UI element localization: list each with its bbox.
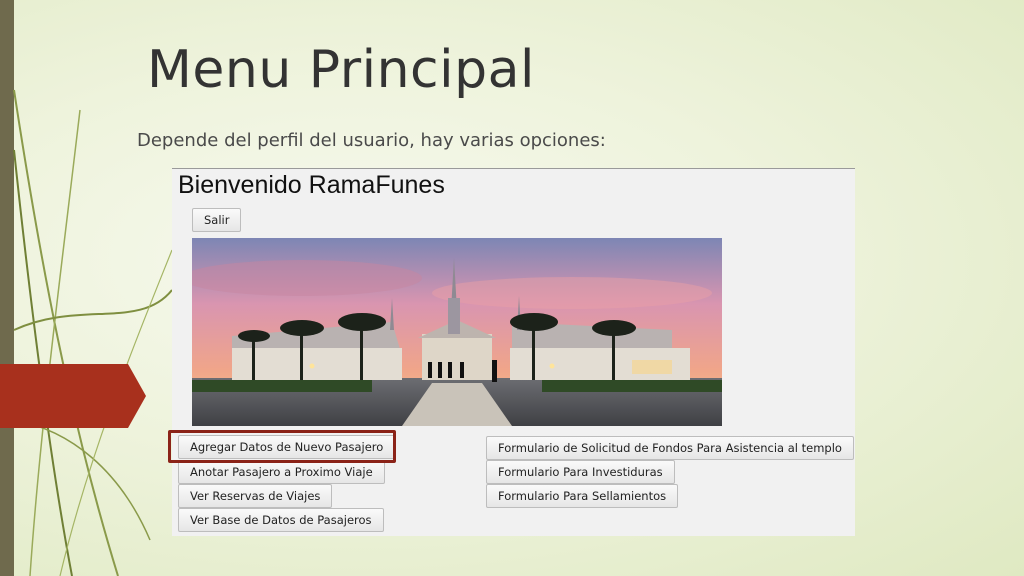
slide-title: Menu Principal [147, 40, 535, 100]
view-passenger-database-button[interactable]: Ver Base de Datos de Pasajeros [178, 508, 384, 532]
view-reservations-button[interactable]: Ver Reservas de Viajes [178, 484, 333, 508]
temple-funds-form-button[interactable]: Formulario de Solicitud de Fondos Para A… [486, 436, 854, 460]
slide-subtitle: Depende del perfil del usuario, hay vari… [137, 130, 606, 151]
app-screenshot: Bienvenido RamaFunes Salir Agregar Datos… [172, 168, 855, 536]
logout-button[interactable]: Salir [192, 208, 242, 232]
temple-photo [192, 238, 722, 426]
sealings-form-button[interactable]: Formulario Para Sellamientos [486, 484, 679, 508]
slide-arrow-tab [0, 364, 146, 428]
assign-passenger-trip-button[interactable]: Anotar Pasajero a Proximo Viaje [178, 460, 385, 484]
endowments-form-button[interactable]: Formulario Para Investiduras [486, 460, 675, 484]
welcome-heading: Bienvenido RamaFunes [178, 171, 445, 199]
selection-highlight-box [168, 430, 396, 463]
